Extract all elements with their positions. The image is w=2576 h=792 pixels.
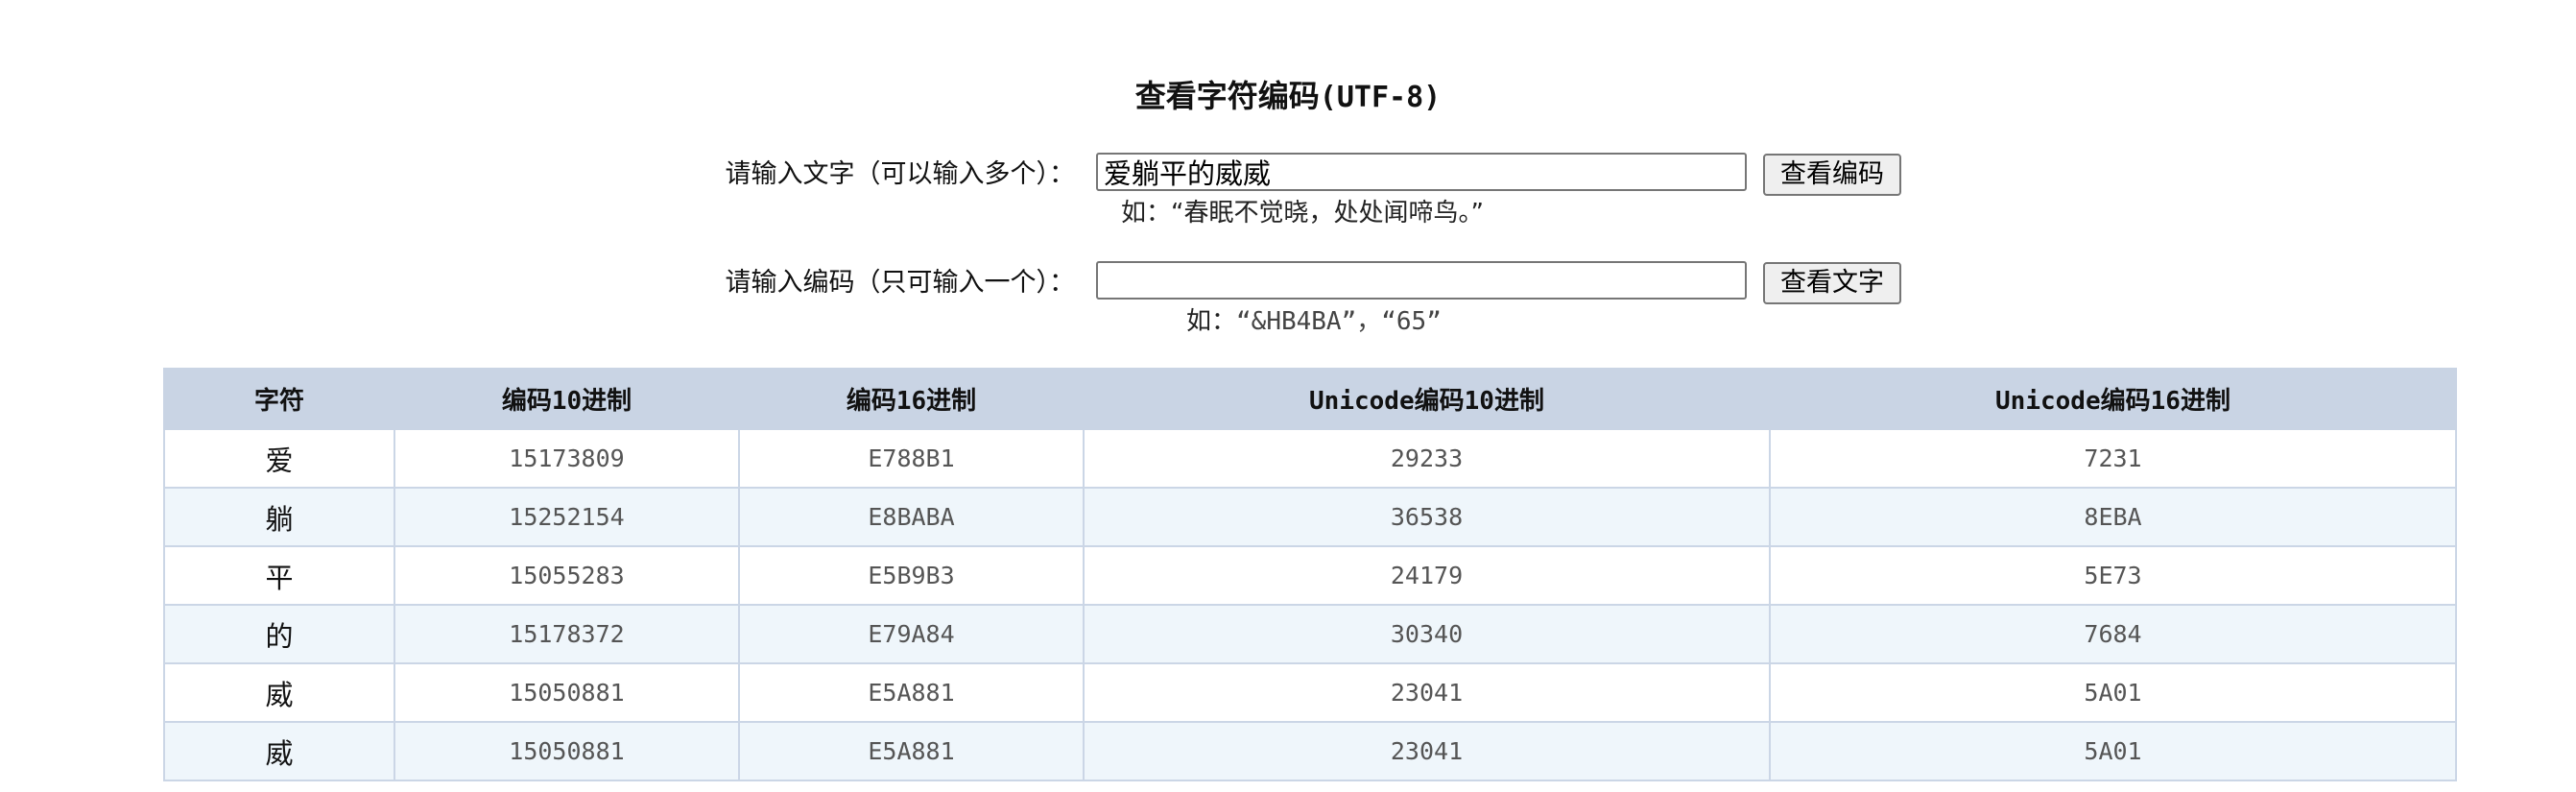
view-code-button[interactable]: 查看编码 [1763,154,1901,196]
cell-unicode-hex: 5A01 [1769,721,2457,781]
page-title-encoding: (UTF-8) [1319,81,1442,114]
code-input-hint: 如：“&HB4BA”，“65” [1186,304,1442,339]
cell-code-dec: 15055283 [394,545,740,606]
cell-unicode-hex: 8EBA [1769,487,2457,547]
page-title: 查看字符编码(UTF-8) [0,75,2576,119]
code-input[interactable] [1096,261,1747,300]
cell-code-dec: 15173809 [394,428,740,489]
cell-unicode-dec: 24179 [1083,545,1771,606]
header-unicode-dec: Unicode编码10进制 [1083,368,1771,430]
cell-char: 躺 [163,487,395,547]
table-row: 躺 15252154 E8BABA 36538 8EBA [163,487,2457,547]
code-hint-prefix: 如： [1186,307,1237,336]
cell-unicode-hex: 5A01 [1769,662,2457,723]
table-row: 的 15178372 E79A84 30340 7684 [163,604,2457,664]
cell-code-hex: E8BABA [738,487,1085,547]
cell-char: 威 [163,662,395,723]
code-hint-example: “&HB4BA”，“65” [1236,307,1442,336]
text-hint-prefix: 如： [1121,199,1172,228]
cell-code-hex: E788B1 [738,428,1085,489]
table-row: 威 15050881 E5A881 23041 5A01 [163,662,2457,723]
cell-unicode-hex: 7684 [1769,604,2457,664]
cell-unicode-dec: 29233 [1083,428,1771,489]
cell-unicode-dec: 36538 [1083,487,1771,547]
cell-unicode-dec: 23041 [1083,662,1771,723]
cell-char: 平 [163,545,395,606]
table-row: 平 15055283 E5B9B3 24179 5E73 [163,545,2457,606]
cell-code-hex: E5A881 [738,721,1085,781]
cell-code-hex: E5A881 [738,662,1085,723]
cell-unicode-dec: 30340 [1083,604,1771,664]
cell-unicode-hex: 7231 [1769,428,2457,489]
code-input-label: 请输入编码（只可输入一个）： [725,268,1076,298]
table-row: 威 15050881 E5A881 23041 5A01 [163,721,2457,781]
text-input-hint: 如：“春眠不觉晓，处处闻啼鸟。” [1121,196,1484,230]
cell-unicode-dec: 23041 [1083,721,1771,781]
header-code-dec: 编码10进制 [394,368,740,430]
table-header-row: 字符 编码10进制 编码16进制 Unicode编码10进制 Unicode编码… [163,368,2457,430]
cell-code-dec: 15050881 [394,662,740,723]
header-char: 字符 [163,368,395,430]
text-hint-example: “春眠不觉晓，处处闻啼鸟。” [1171,199,1484,228]
view-text-button[interactable]: 查看文字 [1763,262,1901,304]
encoding-result-table: 字符 编码10进制 编码16进制 Unicode编码10进制 Unicode编码… [163,368,2457,781]
cell-code-dec: 15178372 [394,604,740,664]
header-code-hex: 编码16进制 [738,368,1085,430]
cell-char: 的 [163,604,395,664]
cell-code-dec: 15252154 [394,487,740,547]
cell-char: 爱 [163,428,395,489]
cell-code-hex: E79A84 [738,604,1085,664]
text-input-label: 请输入文字（可以输入多个）： [725,159,1076,189]
text-input[interactable] [1096,153,1747,191]
cell-char: 威 [163,721,395,781]
header-unicode-hex: Unicode编码16进制 [1769,368,2457,430]
cell-unicode-hex: 5E73 [1769,545,2457,606]
cell-code-dec: 15050881 [394,721,740,781]
page-title-text: 查看字符编码 [1134,78,1320,114]
table-row: 爱 15173809 E788B1 29233 7231 [163,428,2457,489]
cell-code-hex: E5B9B3 [738,545,1085,606]
